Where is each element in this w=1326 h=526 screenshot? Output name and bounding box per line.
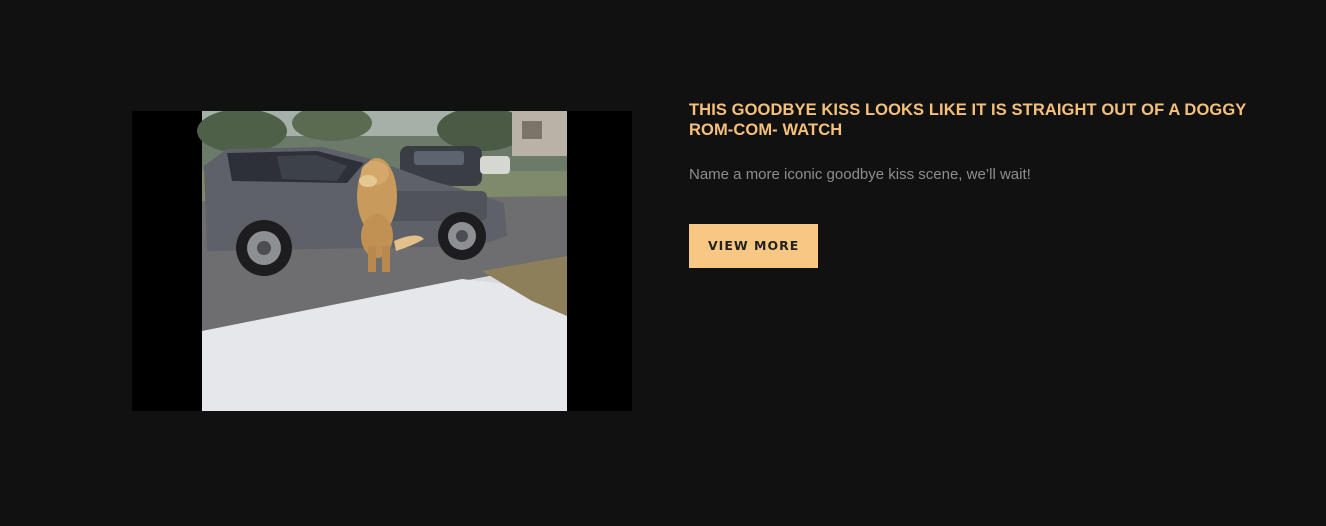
post-excerpt: Name a more iconic goodbye kiss scene, w…: [689, 166, 1031, 183]
post-thumbnail[interactable]: [132, 111, 632, 411]
view-more-button[interactable]: VIEW MORE: [689, 224, 819, 268]
page: THIS GOODBYE KISS LOOKS LIKE IT IS STRAI…: [0, 0, 1326, 526]
video-thumbnail-image: [132, 111, 632, 411]
post-title[interactable]: THIS GOODBYE KISS LOOKS LIKE IT IS STRAI…: [689, 100, 1269, 140]
post-content: THIS GOODBYE KISS LOOKS LIKE IT IS STRAI…: [689, 100, 1269, 268]
